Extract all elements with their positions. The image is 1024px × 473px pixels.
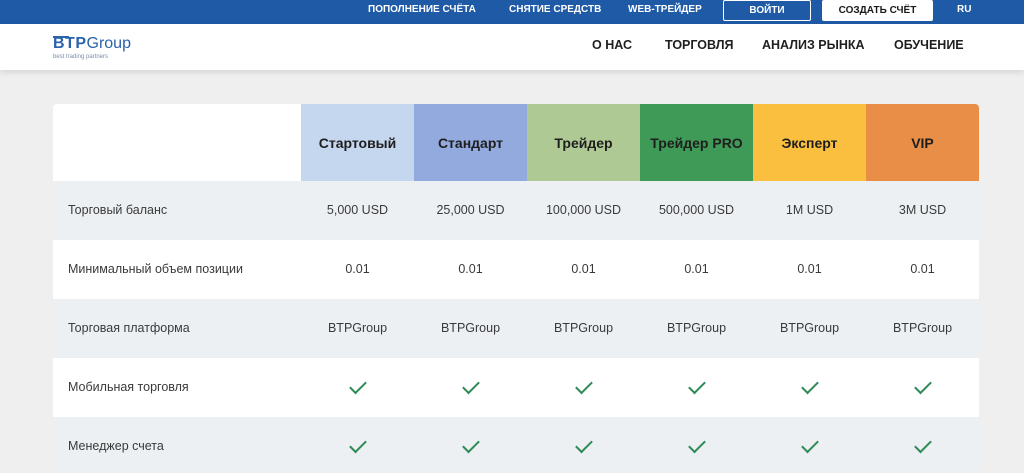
top-bar: ПОПОЛНЕНИЕ СЧЁТА СНЯТИЕ СРЕДСТВ WEB-ТРЕЙ…: [0, 0, 1024, 24]
table-cell: [301, 358, 414, 417]
table-cell: [414, 358, 527, 417]
nav-trading[interactable]: ТОРГОВЛЯ: [665, 38, 734, 52]
table-cell: 0.01: [797, 262, 822, 276]
checkmark-icon: [574, 376, 593, 395]
row-label: Менеджер счета: [68, 439, 164, 453]
login-button[interactable]: ВОЙТИ: [723, 0, 811, 21]
table-cell: 5,000 USD: [326, 203, 389, 217]
checkmark-icon: [913, 435, 932, 454]
table-cell: BTPGroup: [553, 321, 614, 335]
table-cell: [527, 417, 640, 473]
checkmark-icon: [800, 435, 819, 454]
plan-header-expert: Эксперт: [753, 104, 866, 181]
table-cell: 100,000 USD: [545, 203, 622, 217]
table-cell: 3M USD: [898, 203, 947, 217]
checkmark-icon: [461, 435, 480, 454]
table-cell: 500,000 USD: [658, 203, 735, 217]
nav-education[interactable]: ОБУЧЕНИЕ: [894, 38, 964, 52]
table-cell: BTPGroup: [440, 321, 501, 335]
table-cell: [301, 417, 414, 473]
table-cell: [866, 417, 979, 473]
language-selector[interactable]: RU: [957, 0, 971, 24]
deposit-link[interactable]: ПОПОЛНЕНИЕ СЧЁТА: [368, 0, 476, 24]
table-cell: 0.01: [684, 262, 709, 276]
nav-market-analysis[interactable]: АНАЛИЗ РЫНКА: [762, 38, 865, 52]
table-row-min-position: Минимальный объем позиции 0.01 0.01 0.01…: [53, 240, 979, 299]
row-label: Мобильная торговля: [68, 380, 189, 394]
table-cell: BTPGroup: [666, 321, 727, 335]
table-cell: 0.01: [345, 262, 370, 276]
table-cell: [753, 417, 866, 473]
logo-wordmark: BTPGroup: [53, 35, 131, 52]
table-cell: BTPGroup: [779, 321, 840, 335]
checkmark-icon: [687, 435, 706, 454]
table-cell: [753, 358, 866, 417]
table-cell: [414, 417, 527, 473]
table-cell: [640, 358, 753, 417]
table-cell: [866, 358, 979, 417]
table-cell: [527, 358, 640, 417]
row-label: Торговая платформа: [68, 321, 190, 335]
plan-header-starter: Стартовый: [301, 104, 414, 181]
checkmark-icon: [687, 376, 706, 395]
table-cell: 0.01: [910, 262, 935, 276]
table-cell: 0.01: [458, 262, 483, 276]
main-header: BTPGroup best trading partners О НАС ТОР…: [0, 24, 1024, 70]
checkmark-icon: [913, 376, 932, 395]
plan-header-trader: Трейдер: [527, 104, 640, 181]
table-row-platform: Торговая платформа BTPGroup BTPGroup BTP…: [53, 299, 979, 358]
create-account-button[interactable]: СОЗДАТЬ СЧЁТ: [822, 0, 933, 21]
plan-header-standard: Стандарт: [414, 104, 527, 181]
table-row-account-manager: Менеджер счета: [53, 417, 979, 473]
plan-header-trader-pro: Трейдер PRO: [640, 104, 753, 181]
table-cell: BTPGroup: [327, 321, 388, 335]
web-trader-link[interactable]: WEB-ТРЕЙДЕР: [628, 0, 702, 24]
table-cell: 0.01: [571, 262, 596, 276]
table-cell: [640, 417, 753, 473]
checkmark-icon: [348, 376, 367, 395]
checkmark-icon: [574, 435, 593, 454]
table-cell: BTPGroup: [892, 321, 953, 335]
table-cell: 25,000 USD: [436, 203, 505, 217]
row-label: Минимальный объем позиции: [68, 262, 243, 276]
table-row-mobile-trading: Мобильная торговля: [53, 358, 979, 417]
btp-group-logo[interactable]: BTPGroup best trading partners: [53, 32, 143, 64]
withdraw-link[interactable]: СНЯТИЕ СРЕДСТВ: [509, 0, 601, 24]
logo-tagline: best trading partners: [53, 54, 109, 60]
table-row-balance: Торговый баланс 5,000 USD 25,000 USD 100…: [53, 181, 979, 240]
checkmark-icon: [800, 376, 819, 395]
row-label: Торговый баланс: [68, 203, 168, 217]
checkmark-icon: [348, 435, 367, 454]
checkmark-icon: [461, 376, 480, 395]
account-types-table: Стартовый Стандарт Трейдер Трейдер PRO Э…: [53, 104, 979, 473]
table-cell: 1M USD: [785, 203, 834, 217]
plan-header-vip: VIP: [866, 104, 979, 181]
nav-about[interactable]: О НАС: [592, 38, 632, 52]
